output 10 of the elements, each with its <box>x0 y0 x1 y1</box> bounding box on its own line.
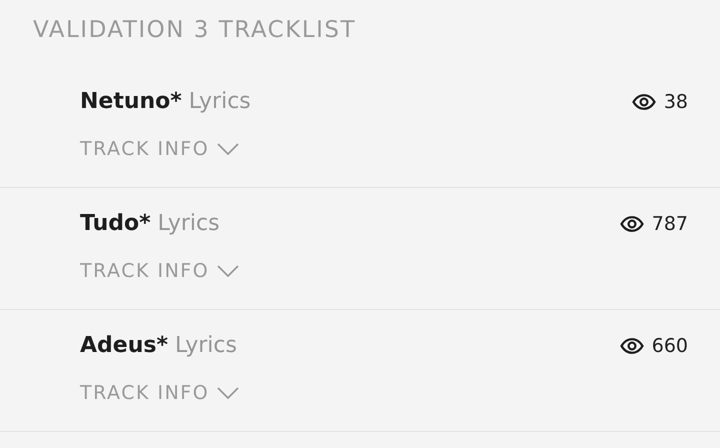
view-count: 660 <box>652 335 688 357</box>
tracklist-title: VALIDATION 3 TRACKLIST <box>33 16 356 45</box>
view-count: 38 <box>664 91 688 113</box>
eye-icon <box>620 216 644 232</box>
eye-icon <box>632 94 656 110</box>
track-title[interactable]: Adeus* Lyrics <box>80 331 237 361</box>
view-count: 787 <box>652 213 688 235</box>
track-title[interactable]: Tudo* Lyrics <box>80 209 220 239</box>
track-title[interactable]: Netuno* Lyrics <box>80 87 251 117</box>
eye-icon <box>620 338 644 354</box>
